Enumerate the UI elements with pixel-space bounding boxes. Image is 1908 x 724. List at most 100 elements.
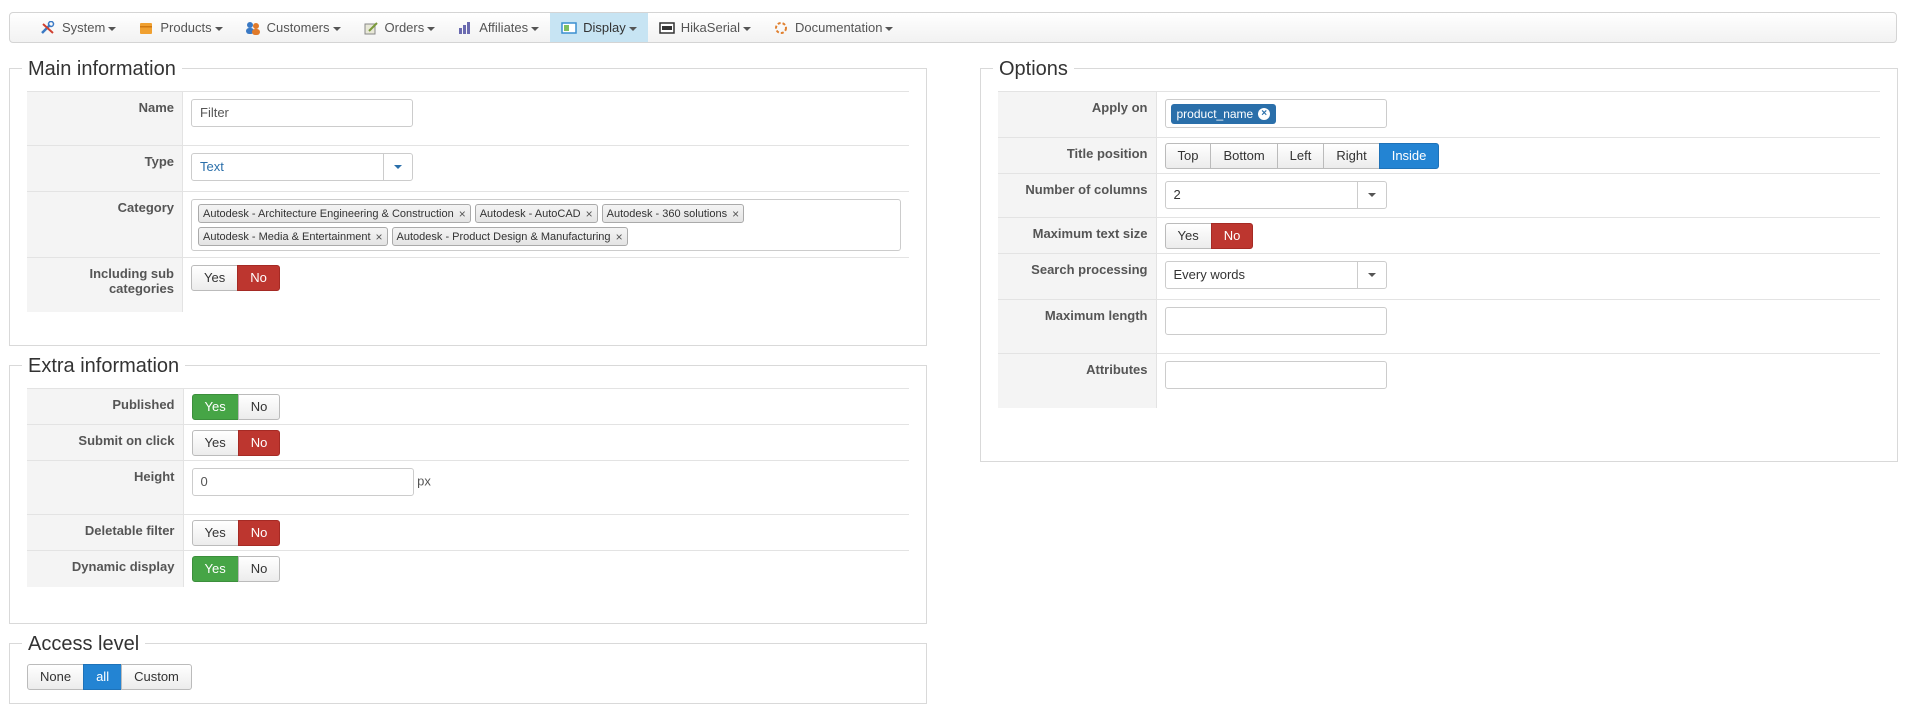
remove-chip-icon[interactable]: × [1258, 108, 1271, 120]
category-tag: Autodesk - 360 solutions × [601, 204, 745, 223]
access-all-button[interactable]: all [83, 664, 123, 690]
maximum-length-input[interactable] [1164, 307, 1387, 335]
menu-display-label: Display [583, 20, 626, 35]
options-panel: Options Apply on product_name × Title pos… [980, 57, 1898, 462]
menu-hikaserial-label: HikaSerial [680, 20, 741, 35]
yes-button[interactable]: Yes [191, 430, 239, 456]
menu-products-label: Products [160, 20, 212, 35]
menu-hikaserial[interactable]: HikaSerial [648, 13, 762, 42]
chevron-down-icon [1356, 262, 1386, 288]
yes-button[interactable]: Yes [191, 520, 239, 546]
category-tag: Autodesk - Product Design & Manufacturin… [391, 227, 628, 246]
chevron-down-icon [531, 26, 540, 31]
type-select-value: Text [200, 159, 224, 174]
category-tag: Autodesk - AutoCAD × [474, 204, 598, 223]
position-right-button[interactable]: Right [1323, 143, 1380, 169]
menu-affiliates[interactable]: Affiliates [446, 13, 550, 42]
menu-documentation-label: Documentation [795, 20, 883, 35]
menu-affiliates-label: Affiliates [479, 20, 529, 35]
remove-tag-icon[interactable]: × [616, 230, 623, 244]
name-label: Name [27, 91, 183, 146]
height-unit: px [417, 473, 431, 489]
type-select[interactable]: Text [191, 153, 413, 181]
chevron-down-icon [1356, 182, 1386, 208]
no-button[interactable]: No [237, 430, 281, 456]
menu-system[interactable]: System [29, 13, 127, 42]
category-tag: Autodesk - Architecture Engineering & Co… [198, 204, 471, 223]
type-label: Type [27, 145, 183, 192]
access-level-panel: Access level None all Custom [9, 632, 927, 704]
documentation-icon [773, 21, 789, 35]
title-position-label: Title position [998, 137, 1157, 174]
extra-information-panel: Extra information Published Yes No Submit… [9, 354, 927, 624]
yes-button[interactable]: Yes [191, 265, 239, 291]
category-tag-label: Autodesk - AutoCAD [479, 207, 581, 220]
menu-customers[interactable]: Customers [234, 13, 352, 42]
category-label: Category [27, 191, 183, 258]
position-bottom-button[interactable]: Bottom [1210, 143, 1278, 169]
yes-button[interactable]: Yes [191, 556, 239, 582]
no-button[interactable]: No [237, 394, 281, 420]
menu-documentation[interactable]: Documentation [762, 13, 904, 42]
access-none-button[interactable]: None [27, 664, 85, 690]
dynamic-display-toggle: Yes No [191, 556, 281, 582]
yes-button[interactable]: Yes [1164, 223, 1212, 249]
menu-orders[interactable]: Orders [352, 13, 447, 42]
chevron-down-icon [743, 26, 752, 31]
chevron-down-icon [108, 26, 117, 31]
deletable-filter-toggle: Yes No [191, 520, 281, 546]
including-sub-categories-label-line2: categories [108, 281, 174, 296]
menu-products[interactable]: Products [127, 13, 233, 42]
display-icon [561, 21, 577, 35]
position-left-button[interactable]: Left [1276, 143, 1325, 169]
menu-customers-label: Customers [266, 20, 330, 35]
published-toggle: Yes No [191, 394, 281, 420]
no-button[interactable]: No [237, 265, 280, 291]
number-of-columns-value: 2 [1173, 187, 1181, 202]
remove-tag-icon[interactable]: × [459, 207, 466, 221]
position-inside-button[interactable]: Inside [1378, 143, 1440, 169]
position-top-button[interactable]: Top [1164, 143, 1212, 169]
access-custom-button[interactable]: Custom [121, 664, 192, 690]
chevron-down-icon [427, 26, 436, 31]
top-menu-bar: System Products Customers Orders Affilia… [9, 12, 1897, 43]
hikaserial-icon [659, 21, 675, 35]
apply-on-multiselect[interactable]: product_name × [1164, 99, 1387, 128]
main-information-panel: Main information Name Filter Type Text C… [9, 57, 927, 346]
no-button[interactable]: No [237, 520, 281, 546]
extra-information-legend: Extra information [22, 354, 186, 378]
including-sub-categories-toggle: Yes No [191, 265, 280, 291]
no-button[interactable]: No [1210, 223, 1254, 249]
search-processing-select[interactable]: Every words [1164, 261, 1387, 289]
search-processing-label: Search processing [998, 253, 1157, 300]
no-button[interactable]: No [237, 556, 281, 582]
category-tag-label: Autodesk - Architecture Engineering & Co… [203, 207, 454, 220]
products-box-icon [138, 21, 154, 35]
attributes-input[interactable] [1164, 361, 1387, 389]
remove-tag-icon[interactable]: × [376, 230, 383, 244]
orders-icon [363, 21, 379, 35]
category-multiselect[interactable]: Autodesk - Architecture Engineering & Co… [191, 199, 901, 251]
remove-tag-icon[interactable]: × [586, 207, 593, 221]
attributes-label: Attributes [998, 353, 1157, 408]
title-position-toggle: Top Bottom Left Right Inside [1164, 143, 1440, 169]
chevron-down-icon [214, 26, 223, 31]
menu-system-label: System [62, 20, 106, 35]
access-level-legend: Access level [22, 632, 146, 656]
number-of-columns-label: Number of columns [998, 173, 1157, 218]
yes-button[interactable]: Yes [191, 394, 239, 420]
main-information-table: Name Filter Type Text Category Autodesk … [27, 91, 909, 312]
tools-icon [40, 20, 56, 35]
apply-on-chip-label: product_name [1176, 107, 1254, 121]
name-input[interactable]: Filter [191, 99, 413, 127]
height-input[interactable]: 0 [191, 468, 414, 496]
options-legend: Options [993, 57, 1074, 81]
affiliates-icon [457, 21, 473, 35]
deletable-filter-label: Deletable filter [27, 514, 184, 551]
main-information-legend: Main information [22, 57, 182, 81]
menu-display[interactable]: Display [550, 13, 648, 42]
remove-tag-icon[interactable]: × [732, 207, 739, 221]
number-of-columns-select[interactable]: 2 [1164, 181, 1387, 209]
maximum-text-size-toggle: Yes No [1164, 223, 1254, 249]
dynamic-display-label: Dynamic display [27, 550, 184, 587]
